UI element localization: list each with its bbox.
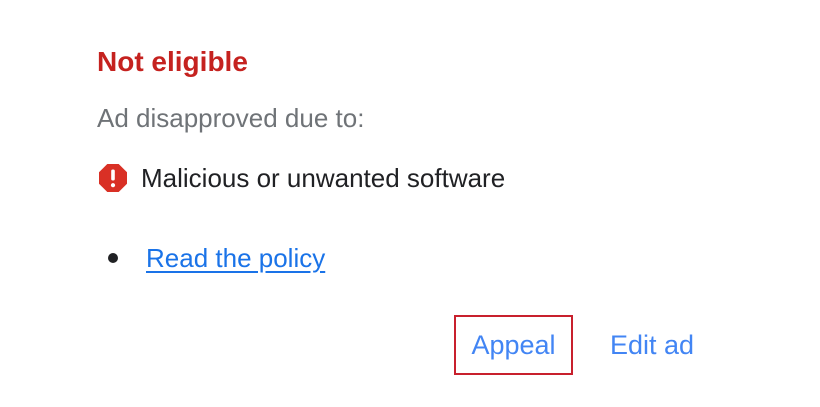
appeal-button[interactable]: Appeal xyxy=(454,315,573,375)
edit-ad-button[interactable]: Edit ad xyxy=(610,315,694,375)
policy-links-list: Read the policy xyxy=(108,240,325,276)
error-icon xyxy=(97,162,129,194)
status-title: Not eligible xyxy=(97,46,248,77)
list-item: Read the policy xyxy=(108,240,325,276)
disapproval-reason-label: Ad disapproved due to: xyxy=(97,103,365,133)
action-bar: Appeal Edit ad xyxy=(454,315,694,375)
ad-status-card: Not eligible Ad disapproved due to: Mali… xyxy=(0,0,820,407)
policy-issue-text: Malicious or unwanted software xyxy=(141,163,506,193)
bullet-icon xyxy=(108,253,118,263)
policy-issue: Malicious or unwanted software xyxy=(97,160,505,196)
read-policy-link[interactable]: Read the policy xyxy=(146,240,325,276)
